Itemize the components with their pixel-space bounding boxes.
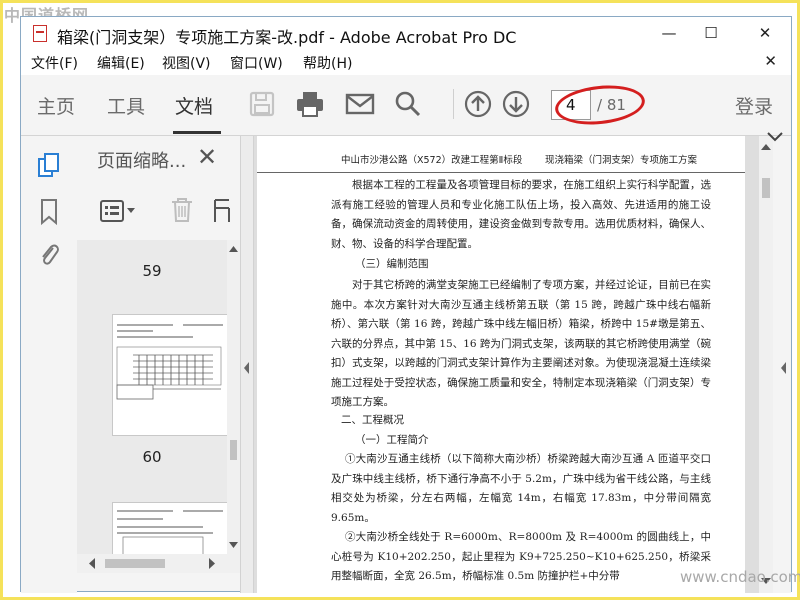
- tab-document[interactable]: 文档: [175, 92, 213, 119]
- pane-splitter[interactable]: [240, 136, 254, 593]
- acrobat-window: 箱梁(门洞支架）专项施工方案-改.pdf - Adobe Acrobat Pro…: [20, 16, 792, 593]
- tab-tools[interactable]: 工具: [107, 92, 145, 119]
- main-toolbar: 主页 工具 文档 4 / 81 登录: [21, 75, 791, 136]
- minimize-button[interactable]: —: [647, 21, 691, 45]
- close-window-button[interactable]: ✕: [743, 21, 787, 45]
- thumbnail-scrollbar[interactable]: [227, 240, 240, 556]
- window-title: 箱梁(门洞支架）专项施工方案-改.pdf - Adobe Acrobat Pro…: [57, 28, 517, 47]
- attachment-icon[interactable]: [37, 240, 61, 266]
- menu-edit[interactable]: 编辑(E): [97, 53, 145, 73]
- page-thumbnails-icon[interactable]: [37, 152, 61, 178]
- right-pane-expand-icon[interactable]: [764, 129, 786, 148]
- paragraph: ①大南沙互通主线桥（以下简称大南沙桥）桥梁跨越大南沙互通 A 匝道平交口及广珠中…: [331, 453, 711, 524]
- thumbnail-horizontal-scrollbar[interactable]: [77, 554, 240, 573]
- close-panel-icon[interactable]: ✕: [197, 143, 217, 171]
- document-view: 中山市沙港公路（X572）改建工程第Ⅱ标段 现浇箱梁（门洞支架）专项施工方案 根…: [254, 136, 759, 593]
- page-header: 中山市沙港公路（X572）改建工程第Ⅱ标段 现浇箱梁（门洞支架）专项施工方案: [257, 150, 745, 173]
- header-right: 现浇箱梁（门洞支架）专项施工方案: [545, 155, 698, 166]
- tab-home[interactable]: 主页: [37, 92, 75, 119]
- save-icon[interactable]: [247, 89, 277, 119]
- active-tab-indicator: [173, 131, 221, 134]
- maximize-button[interactable]: ☐: [689, 21, 733, 45]
- print-icon[interactable]: [295, 89, 325, 119]
- section-heading: （一）工程简介: [355, 434, 429, 446]
- menu-window[interactable]: 窗口(W): [230, 53, 283, 73]
- thumbnail-options-icon[interactable]: [99, 198, 137, 228]
- next-page-icon[interactable]: [501, 89, 531, 119]
- thumbnail-page-number: 59: [142, 262, 162, 280]
- search-icon[interactable]: [393, 89, 423, 119]
- thumbnail-page[interactable]: [112, 314, 236, 436]
- thumbnails-panel: 页面缩略... ✕ 59 60: [77, 136, 240, 573]
- section-heading: 二、工程概况: [341, 414, 404, 426]
- paragraph: 对于其它桥跨的满堂支架施工已经编制了专项方案，并经过论证，目前已在实施中。本次方…: [331, 279, 711, 408]
- close-document-icon[interactable]: ✕: [764, 52, 777, 70]
- navigation-pane-rail: [21, 136, 77, 593]
- toolbar-separator: [453, 89, 454, 119]
- menu-help[interactable]: 帮助(H): [303, 53, 352, 73]
- panel-title: 页面缩略...: [97, 151, 187, 172]
- thumbnail-page[interactable]: [112, 502, 236, 562]
- menu-bar: 文件(F) 编辑(E) 视图(V) 窗口(W) 帮助(H) ✕: [21, 49, 791, 75]
- header-left: 中山市沙港公路（X572）改建工程第Ⅱ标段: [341, 155, 523, 166]
- highlight-annotation: [553, 81, 647, 129]
- document-scrollbar[interactable]: [759, 136, 791, 593]
- prev-page-icon[interactable]: [463, 89, 493, 119]
- login-button[interactable]: 登录: [735, 92, 773, 119]
- extract-page-icon[interactable]: [211, 196, 231, 228]
- watermark-bottom-right: www.cndao.com: [680, 568, 800, 586]
- paragraph: 根据本工程的工程量及各项管理目标的要求，在施工组织上实行科学配置，选派有施工经验…: [331, 179, 711, 250]
- pdf-page: 中山市沙港公路（X572）改建工程第Ⅱ标段 现浇箱梁（门洞支架）专项施工方案 根…: [257, 136, 745, 593]
- thumbnail-page-number: 60: [142, 448, 162, 466]
- thumbnail-list: 59 60: [77, 240, 236, 562]
- section-heading: （三）编制范围: [355, 258, 429, 270]
- pdf-file-icon: [33, 25, 47, 42]
- title-bar: 箱梁(门洞支架）专项施工方案-改.pdf - Adobe Acrobat Pro…: [21, 17, 791, 49]
- menu-view[interactable]: 视图(V): [162, 53, 211, 73]
- email-icon[interactable]: [345, 89, 375, 119]
- paragraph: ②大南沙桥全线处于 R=6000m、R=8000m 及 R=4000m 的圆曲线…: [331, 531, 711, 582]
- menu-file[interactable]: 文件(F): [31, 53, 78, 73]
- bookmark-icon[interactable]: [37, 198, 61, 226]
- delete-page-icon[interactable]: [169, 196, 195, 228]
